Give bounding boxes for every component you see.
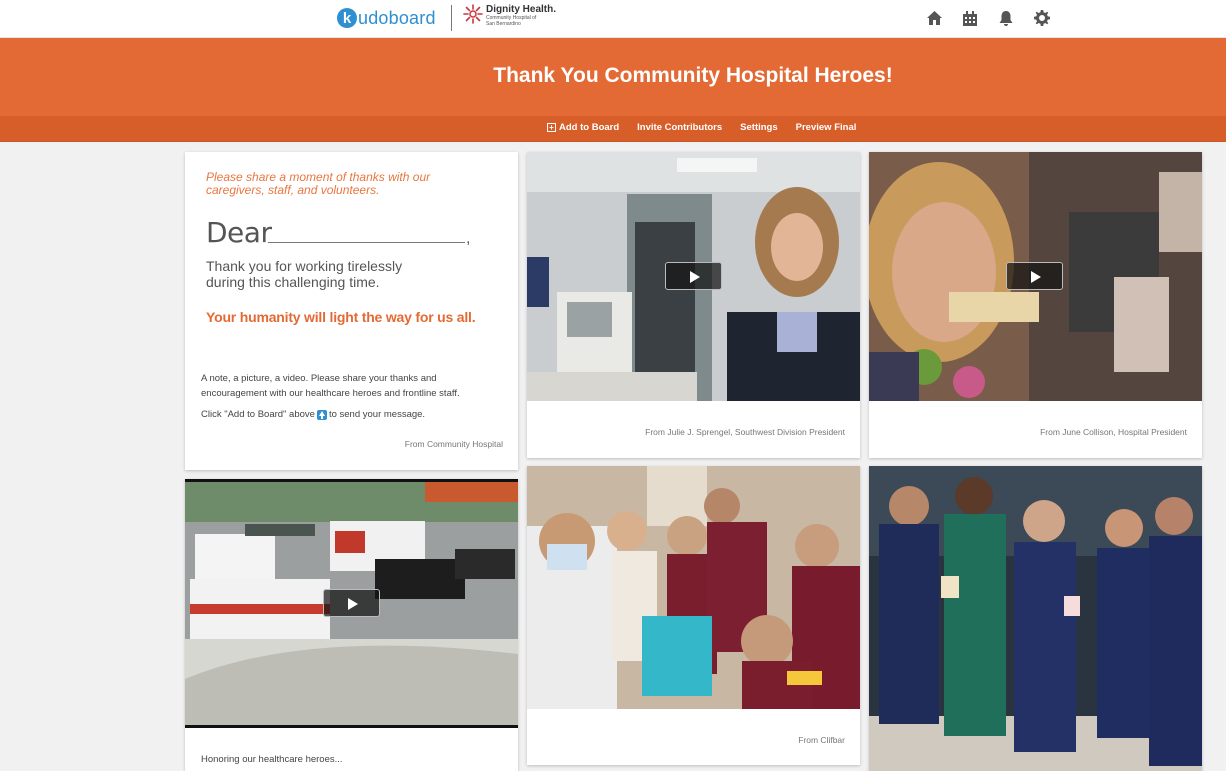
intro-comma: , <box>466 230 471 247</box>
post-card-honoring[interactable]: Honoring our healthcare heroes... <box>185 479 518 771</box>
play-video-button[interactable] <box>665 262 722 290</box>
partner-subtitle-2: San Bernardino <box>486 21 521 27</box>
top-bar: k udoboard Dignity Health. Community Hos… <box>0 0 1226 38</box>
intro-prompt: Please share a moment of thanks with our… <box>206 170 431 197</box>
intro-card[interactable]: Please share a moment of thanks with our… <box>185 152 518 470</box>
post-card-julie[interactable]: From Julie J. Sprengel, Southwest Divisi… <box>527 152 860 458</box>
board-banner: Thank You Community Hospital Heroes! <box>0 38 1226 116</box>
post-photo-staff-group-image <box>869 466 1202 771</box>
post-card-staff-group[interactable] <box>869 466 1202 771</box>
post-caption-honoring: Honoring our healthcare heroes... <box>201 754 343 765</box>
intro-instructions: Click "Add to Board" above to send your … <box>201 409 425 420</box>
post-card-clifbar[interactable]: From Clifbar <box>527 466 860 765</box>
nav-icons <box>924 8 1068 28</box>
intro-tagline: Your humanity will light the way for us … <box>206 309 476 325</box>
up-arrow-icon <box>316 409 327 420</box>
kudoboard-logo-text: udoboard <box>358 7 436 28</box>
post-photo-clifbar-image <box>527 466 860 709</box>
play-video-button[interactable] <box>1006 262 1063 290</box>
post-video-julie[interactable] <box>527 152 860 401</box>
post-photo-clifbar[interactable] <box>527 466 860 709</box>
home-icon[interactable] <box>924 8 944 28</box>
post-caption-june: From June Collison, Hospital President <box>1040 427 1187 437</box>
post-card-june[interactable]: From June Collison, Hospital President <box>869 152 1202 458</box>
logo-divider <box>451 5 452 31</box>
partner-logo: Dignity Health. Community Hospital of Sa… <box>463 4 556 27</box>
intro-body: A note, a picture, a video. Please share… <box>201 373 460 399</box>
intro-from: From Community Hospital <box>404 439 503 449</box>
board-title: Thank You Community Hospital Heroes! <box>493 64 893 87</box>
invite-contributors-button[interactable]: Invite Contributors <box>637 122 722 133</box>
toolbar-items: + Add to Board Invite Contributors Setti… <box>547 122 874 133</box>
gear-icon[interactable] <box>1032 8 1052 28</box>
post-video-honoring[interactable] <box>185 479 518 728</box>
play-video-button[interactable] <box>323 589 380 617</box>
post-caption-julie: From Julie J. Sprengel, Southwest Divisi… <box>645 427 845 437</box>
plus-square-icon: + <box>547 123 556 132</box>
settings-button[interactable]: Settings <box>740 122 777 133</box>
board-toolbar: + Add to Board Invite Contributors Setti… <box>0 116 1226 142</box>
preview-final-button[interactable]: Preview Final <box>796 122 857 133</box>
intro-blank-line <box>268 242 465 243</box>
dignity-health-icon <box>463 4 483 24</box>
intro-dear: Dear <box>206 216 272 249</box>
kudoboard-logo-mark: k <box>337 8 357 28</box>
add-to-board-button[interactable]: + Add to Board <box>547 122 619 133</box>
partner-name: Dignity Health. <box>486 4 557 15</box>
kudoboard-logo[interactable]: k udoboard <box>337 6 436 30</box>
intro-click-after: to send your message. <box>328 409 426 420</box>
bell-icon[interactable] <box>996 8 1016 28</box>
add-to-board-label: Add to Board <box>559 122 620 133</box>
calendar-icon[interactable] <box>960 8 980 28</box>
intro-click-before: Click "Add to Board" above <box>201 409 315 420</box>
post-photo-staff-group[interactable] <box>869 466 1202 771</box>
intro-thanks: Thank you for working tirelessly during … <box>206 258 403 290</box>
post-video-june[interactable] <box>869 152 1202 401</box>
post-caption-clifbar: From Clifbar <box>798 735 845 745</box>
